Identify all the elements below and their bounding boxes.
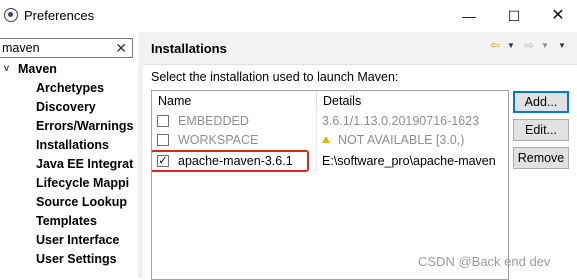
remove-button[interactable]: Remove xyxy=(513,147,569,169)
tree-node-label: Maven xyxy=(18,62,57,76)
page-header: Installations ⇦ ▼ ⇨ ▼ ▼ xyxy=(143,32,577,65)
installation-details: E:\software_pro\apache-maven xyxy=(322,154,496,168)
installations-page: Installations ⇦ ▼ ⇨ ▼ ▼ Select the insta… xyxy=(143,32,577,280)
preferences-tree-panel: ✕ v Maven Archetypes Discovery Errors/Wa… xyxy=(0,32,137,278)
table-row[interactable]: WORKSPACE NOT AVAILABLE [3.0,) xyxy=(152,130,508,150)
back-dropdown-icon[interactable]: ▼ xyxy=(507,41,515,50)
title-bar: Preferences — ☐ ✕ xyxy=(0,0,577,32)
window-title: Preferences xyxy=(24,8,95,23)
back-arrow-icon[interactable]: ⇦ xyxy=(490,38,500,52)
warning-icon xyxy=(322,136,330,143)
minimize-button[interactable]: — xyxy=(451,4,487,28)
tree-item-user-interface[interactable]: User Interface xyxy=(36,233,119,247)
tree-item-archetypes[interactable]: Archetypes xyxy=(36,81,104,95)
eclipse-app-icon xyxy=(4,8,18,22)
tree-item-user-settings[interactable]: User Settings xyxy=(36,252,117,266)
tree-item-templates[interactable]: Templates xyxy=(36,214,97,228)
chevron-down-icon[interactable]: v xyxy=(4,63,9,74)
column-header-name[interactable]: Name xyxy=(152,91,314,111)
watermark: CSDN @Back end dev xyxy=(418,254,551,269)
table-row[interactable]: EMBEDDED 3.6.1/1.13.0.20190716-1623 xyxy=(152,111,508,131)
forward-dropdown-icon[interactable]: ▼ xyxy=(541,41,549,50)
tree-item-installations[interactable]: Installations xyxy=(36,138,109,152)
installation-details: 3.6.1/1.13.0.20190716-1623 xyxy=(322,114,480,128)
page-title: Installations xyxy=(151,41,227,56)
column-header-details[interactable]: Details xyxy=(316,91,508,111)
instructions-label: Select the installation used to launch M… xyxy=(151,70,399,84)
tree-item-errors-warnings[interactable]: Errors/Warnings xyxy=(36,119,133,133)
row-checkbox[interactable] xyxy=(157,115,169,127)
filter-input[interactable] xyxy=(2,40,112,56)
tree-item-java-ee-integration[interactable]: Java EE Integrat xyxy=(36,157,133,171)
view-menu-icon[interactable]: ▼ xyxy=(558,41,566,50)
installation-details: NOT AVAILABLE [3.0,) xyxy=(338,133,465,147)
installation-name: EMBEDDED xyxy=(178,114,249,128)
table-row-selected[interactable]: ✓ apache-maven-3.6.1 E:\software_pro\apa… xyxy=(152,150,508,172)
clear-filter-icon[interactable]: ✕ xyxy=(115,40,127,57)
tree-item-lifecycle-mappings[interactable]: Lifecycle Mappi xyxy=(36,176,129,190)
installation-name: WORKSPACE xyxy=(178,133,259,147)
row-checkbox[interactable] xyxy=(157,134,169,146)
edit-button[interactable]: Edit... xyxy=(513,119,569,141)
tree-item-discovery[interactable]: Discovery xyxy=(36,100,96,114)
maximize-button[interactable]: ☐ xyxy=(496,4,532,28)
filter-field[interactable]: ✕ xyxy=(0,38,133,58)
tree-item-source-lookup[interactable]: Source Lookup xyxy=(36,195,127,209)
installations-table[interactable]: Name Details EMBEDDED 3.6.1/1.13.0.20190… xyxy=(151,90,509,280)
highlight-box xyxy=(152,150,309,172)
forward-arrow-icon[interactable]: ⇨ xyxy=(524,38,534,52)
add-button[interactable]: Add... xyxy=(513,91,569,113)
close-button[interactable]: ✕ xyxy=(540,4,576,28)
